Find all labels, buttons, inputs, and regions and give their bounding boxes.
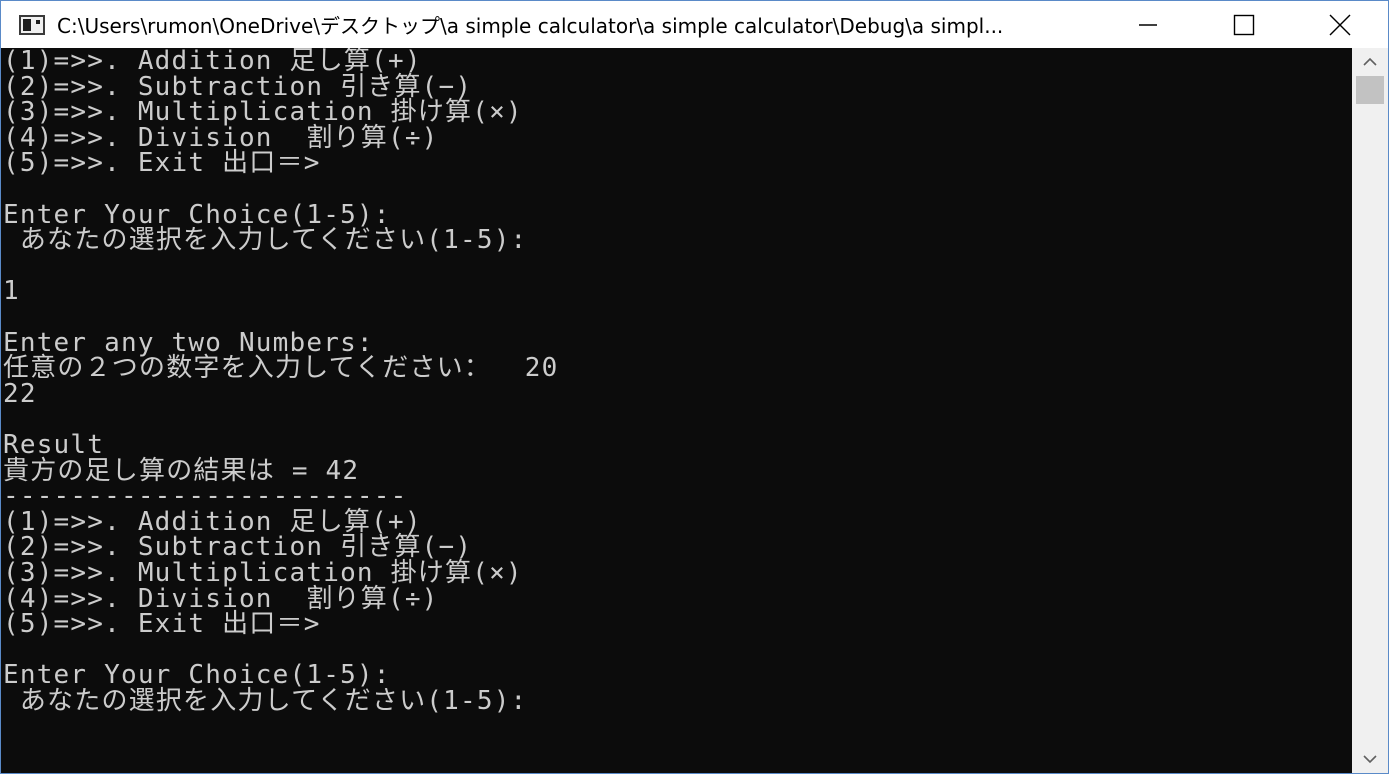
- console-line: Enter Your Choice(1-5):: [3, 660, 391, 691]
- console-line: (2)=>>. Subtraction 引き算(−): [3, 71, 473, 102]
- minimize-icon: [1139, 23, 1157, 26]
- console-line: (5)=>>. Exit 出口＝>: [3, 609, 321, 640]
- console-output[interactable]: (1)=>>. Addition 足し算(+) (2)=>>. Subtract…: [1, 48, 1352, 773]
- console-line: (4)=>>. Division 割り算(÷): [3, 122, 439, 153]
- console-line: ------------------------: [3, 481, 408, 512]
- console-window: C:\Users\rumon\OneDrive\デスクトップ\a simple …: [0, 0, 1389, 774]
- maximize-button[interactable]: [1196, 1, 1292, 48]
- console-line: (5)=>>. Exit 出口＝>: [3, 148, 321, 179]
- console-line: Enter any two Numbers:: [3, 327, 374, 358]
- console-app-icon[interactable]: [19, 14, 45, 35]
- console-line: あなたの選択を入力してください(1-5):: [3, 225, 528, 256]
- console-line: あなたの選択を入力してください(1-5):: [3, 686, 528, 716]
- caption-buttons: [1100, 1, 1388, 48]
- console-line: (4)=>>. Division 割り算(÷): [3, 583, 439, 614]
- console-line: (3)=>>. Multiplication 掛け算(×): [3, 97, 523, 128]
- close-button[interactable]: [1292, 1, 1388, 48]
- maximize-icon: [1233, 14, 1255, 35]
- console-line: (1)=>>. Addition 足し算(+): [3, 48, 422, 76]
- close-icon: [1329, 14, 1351, 35]
- console-line: (3)=>>. Multiplication 掛け算(×): [3, 558, 523, 588]
- vertical-scrollbar[interactable]: [1352, 48, 1388, 773]
- console-line: 22: [3, 378, 37, 409]
- console-line: 1: [3, 276, 20, 307]
- minimize-button[interactable]: [1100, 1, 1196, 48]
- console-line: 任意の２つの数字を入力してください： 20: [3, 353, 559, 384]
- console-line: Result: [3, 430, 105, 460]
- scrollbar-thumb[interactable]: [1356, 76, 1384, 104]
- console-line: Enter Your Choice(1-5):: [3, 199, 391, 230]
- console-line: (1)=>>. Addition 足し算(+): [3, 506, 422, 537]
- console-line: 貴方の足し算の結果は = 42: [3, 455, 360, 486]
- window-title: C:\Users\rumon\OneDrive\デスクトップ\a simple …: [57, 14, 1004, 38]
- title-bar[interactable]: C:\Users\rumon\OneDrive\デスクトップ\a simple …: [1, 1, 1388, 48]
- console-line: (2)=>>. Subtraction 引き算(−): [3, 532, 473, 563]
- chevron-down-icon: [1363, 755, 1377, 764]
- scroll-down-button[interactable]: [1352, 745, 1388, 773]
- scroll-up-button[interactable]: [1352, 48, 1388, 76]
- chevron-up-icon: [1363, 57, 1377, 66]
